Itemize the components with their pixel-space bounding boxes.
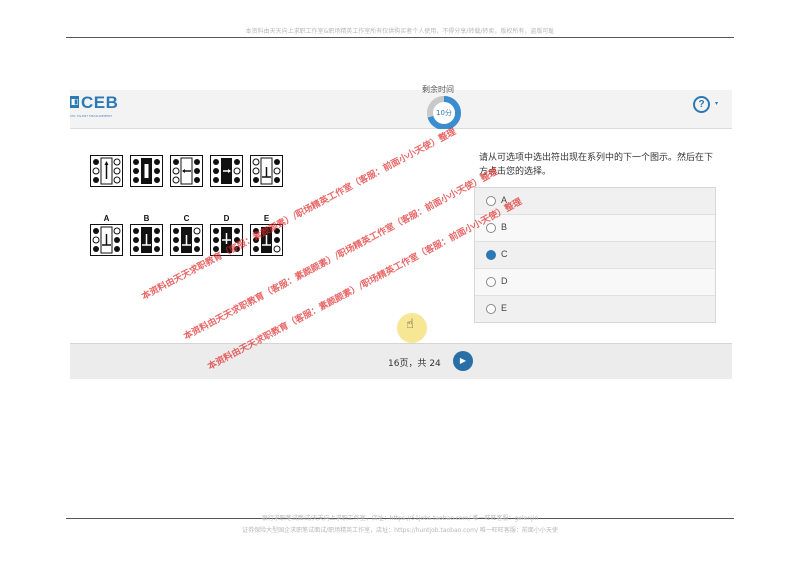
- sequence-figure-2-icon: [130, 155, 163, 187]
- option-b[interactable]: B: [475, 215, 715, 242]
- question-prompt: 请从可选项中选出符出现在系列中的下一个图示。然后在下方点击您的选择。: [479, 153, 714, 177]
- answer-figure-b-icon: [130, 224, 163, 256]
- answer-figure-a-icon: [90, 224, 123, 256]
- page-footer-note-1: 银行求职笔试面试/天天向上求职工作室，店址：https://51jobs.tao…: [261, 515, 539, 522]
- sequence-tile-3: [170, 155, 203, 187]
- answer-label-d: D: [223, 214, 230, 223]
- option-e[interactable]: E: [475, 296, 715, 322]
- option-d[interactable]: D: [475, 269, 715, 296]
- play-icon: ▶: [459, 356, 467, 365]
- sequence-figure-4-icon: [210, 155, 243, 187]
- radio-c[interactable]: [486, 250, 496, 260]
- next-button[interactable]: ▶: [453, 351, 473, 371]
- answer-tile-a[interactable]: A: [90, 214, 123, 256]
- timer-label: 剩余时间: [422, 85, 454, 94]
- help-icon[interactable]: ?: [693, 96, 710, 113]
- timer-dial: 10分: [427, 96, 461, 130]
- logo-mark-icon: ◧: [70, 96, 79, 108]
- top-bar: ◧ CEB SHL TALENT MEASUREMENT 剩余时间 10分 ? …: [70, 85, 732, 130]
- help-dropdown-caret-icon[interactable]: ▾: [715, 100, 718, 107]
- answer-label-c: C: [183, 214, 190, 223]
- logo-subtext: SHL TALENT MEASUREMENT: [70, 114, 113, 118]
- answer-tile-c[interactable]: C: [170, 214, 203, 256]
- sequence-tile-2: [130, 155, 163, 187]
- radio-a[interactable]: [486, 196, 496, 206]
- test-window: ◧ CEB SHL TALENT MEASUREMENT 剩余时间 10分 ? …: [70, 85, 732, 379]
- option-c[interactable]: C: [475, 242, 715, 269]
- page-footer-note-2: 证券保险大型国企求职笔试面试/职场精英工作室，店址：https://huntjo…: [242, 527, 558, 534]
- answer-figure-c-icon: [170, 224, 203, 256]
- option-label-c: C: [501, 249, 508, 259]
- sequence-tile-1: [90, 155, 123, 187]
- option-label-b: B: [501, 222, 508, 232]
- answer-label-a: A: [103, 214, 110, 223]
- footer-bar: 16页，共 24 ▶: [70, 343, 732, 379]
- answer-tile-b[interactable]: B: [130, 214, 163, 256]
- logo-text: CEB: [81, 93, 119, 112]
- sequence-figure-5-icon: [250, 155, 283, 187]
- page-header-note: 本资料由天天向上求职工作室&职场精英工作室所有仅供购买者个人使用，不得分享/转载…: [245, 28, 555, 35]
- sequence-figure-1-icon: [90, 155, 123, 187]
- header-rule: [66, 37, 734, 38]
- page-indicator: 16页，共 24: [388, 359, 441, 369]
- radio-e[interactable]: [486, 304, 496, 314]
- timer-value: 10分: [433, 102, 455, 124]
- answer-label-b: B: [143, 214, 150, 223]
- hand-cursor-icon: ☝: [406, 317, 414, 332]
- option-label-e: E: [501, 303, 508, 313]
- sequence-tile-4: [210, 155, 243, 187]
- sequence-figure-3-icon: [170, 155, 203, 187]
- radio-d[interactable]: [486, 277, 496, 287]
- option-label-d: D: [501, 276, 508, 286]
- sequence-tile-5: [250, 155, 283, 187]
